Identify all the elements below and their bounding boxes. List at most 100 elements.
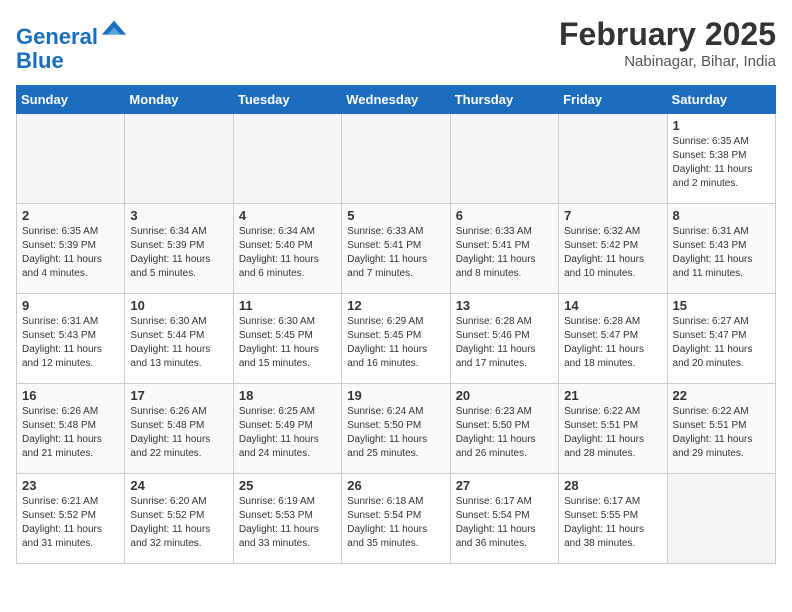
day-info: Sunrise: 6:30 AM Sunset: 5:44 PM Dayligh… <box>130 315 227 371</box>
day-number: 11 <box>239 298 336 313</box>
calendar-cell: 19 Sunrise: 6:24 AM Sunset: 5:50 PM Dayli… <box>342 384 450 474</box>
day-info: Sunrise: 6:34 AM Sunset: 5:40 PM Dayligh… <box>239 225 336 281</box>
calendar-header-row: SundayMondayTuesdayWednesdayThursdayFrid… <box>17 86 776 114</box>
day-info: Sunrise: 6:35 AM Sunset: 5:38 PM Dayligh… <box>673 135 770 191</box>
day-info: Sunrise: 6:31 AM Sunset: 5:43 PM Dayligh… <box>22 315 119 371</box>
calendar-cell: 7 Sunrise: 6:32 AM Sunset: 5:42 PM Daylig… <box>559 204 667 294</box>
day-number: 2 <box>22 208 119 223</box>
day-info: Sunrise: 6:33 AM Sunset: 5:41 PM Dayligh… <box>347 225 444 281</box>
calendar-header-thursday: Thursday <box>450 86 558 114</box>
calendar-cell <box>17 114 125 204</box>
calendar-cell: 21Sunrise: 6:22 AM Sunset: 5:51 PM Dayli… <box>559 384 667 474</box>
day-number: 20 <box>456 388 553 403</box>
calendar-cell: 26Sunrise: 6:18 AM Sunset: 5:54 PM Dayli… <box>342 474 450 564</box>
day-info: Sunrise: 6:32 AM Sunset: 5:42 PM Dayligh… <box>564 225 661 281</box>
calendar-cell <box>125 114 233 204</box>
day-info: Sunrise: 6:34 AM Sunset: 5:39 PM Dayligh… <box>130 225 227 281</box>
logo-text: General <box>16 16 128 49</box>
calendar-cell: 16 Sunrise: 6:26 AM Sunset: 5:48 PM Dayli… <box>17 384 125 474</box>
day-info: Sunrise: 6:29 AM Sunset: 5:45 PM Dayligh… <box>347 315 444 371</box>
day-number: 15 <box>673 298 770 313</box>
calendar-header-wednesday: Wednesday <box>342 86 450 114</box>
day-info: Sunrise: 6:33 AM Sunset: 5:41 PM Dayligh… <box>456 225 553 281</box>
day-number: 4 <box>239 208 336 223</box>
calendar-cell <box>559 114 667 204</box>
week-row-2: 2 Sunrise: 6:35 AM Sunset: 5:39 PM Daylig… <box>17 204 776 294</box>
calendar-cell: 22Sunrise: 6:22 AM Sunset: 5:51 PM Dayli… <box>667 384 775 474</box>
day-number: 5 <box>347 208 444 223</box>
day-number: 28 <box>564 478 661 493</box>
title-block: February 2025 Nabinagar, Bihar, India <box>559 16 776 70</box>
calendar-cell: 4 Sunrise: 6:34 AM Sunset: 5:40 PM Daylig… <box>233 204 341 294</box>
location: Nabinagar, Bihar, India <box>559 53 776 70</box>
week-row-3: 9 Sunrise: 6:31 AM Sunset: 5:43 PM Daylig… <box>17 294 776 384</box>
calendar-header-friday: Friday <box>559 86 667 114</box>
calendar-body: 1 Sunrise: 6:35 AM Sunset: 5:38 PM Daylig… <box>17 114 776 564</box>
day-number: 3 <box>130 208 227 223</box>
day-info: Sunrise: 6:35 AM Sunset: 5:39 PM Dayligh… <box>22 225 119 281</box>
day-number: 13 <box>456 298 553 313</box>
page-header: General Blue February 2025 Nabinagar, Bi… <box>16 16 776 73</box>
calendar-cell: 28 Sunrise: 6:17 AM Sunset: 5:55 PM Dayli… <box>559 474 667 564</box>
calendar-header-monday: Monday <box>125 86 233 114</box>
day-number: 17 <box>130 388 227 403</box>
calendar-cell: 17 Sunrise: 6:26 AM Sunset: 5:48 PM Dayli… <box>125 384 233 474</box>
day-number: 18 <box>239 388 336 403</box>
day-info: Sunrise: 6:25 AM Sunset: 5:49 PM Dayligh… <box>239 405 336 461</box>
logo-blue: Blue <box>16 49 128 73</box>
day-info: Sunrise: 6:27 AM Sunset: 5:47 PM Dayligh… <box>673 315 770 371</box>
calendar-cell: 6 Sunrise: 6:33 AM Sunset: 5:41 PM Daylig… <box>450 204 558 294</box>
day-info: Sunrise: 6:26 AM Sunset: 5:48 PM Dayligh… <box>22 405 119 461</box>
day-number: 7 <box>564 208 661 223</box>
day-info: Sunrise: 6:23 AM Sunset: 5:50 PM Dayligh… <box>456 405 553 461</box>
calendar-cell: 20 Sunrise: 6:23 AM Sunset: 5:50 PM Dayli… <box>450 384 558 474</box>
day-info: Sunrise: 6:28 AM Sunset: 5:47 PM Dayligh… <box>564 315 661 371</box>
logo-general: General <box>16 24 98 49</box>
calendar: SundayMondayTuesdayWednesdayThursdayFrid… <box>16 85 776 564</box>
calendar-cell: 12 Sunrise: 6:29 AM Sunset: 5:45 PM Dayli… <box>342 294 450 384</box>
calendar-header-sunday: Sunday <box>17 86 125 114</box>
day-info: Sunrise: 6:17 AM Sunset: 5:54 PM Dayligh… <box>456 495 553 551</box>
calendar-header-tuesday: Tuesday <box>233 86 341 114</box>
calendar-cell: 13 Sunrise: 6:28 AM Sunset: 5:46 PM Dayli… <box>450 294 558 384</box>
day-number: 8 <box>673 208 770 223</box>
day-number: 10 <box>130 298 227 313</box>
day-info: Sunrise: 6:28 AM Sunset: 5:46 PM Dayligh… <box>456 315 553 371</box>
day-number: 26 <box>347 478 444 493</box>
day-number: 16 <box>22 388 119 403</box>
day-info: Sunrise: 6:30 AM Sunset: 5:45 PM Dayligh… <box>239 315 336 371</box>
calendar-cell <box>342 114 450 204</box>
day-number: 9 <box>22 298 119 313</box>
calendar-cell <box>450 114 558 204</box>
calendar-cell <box>233 114 341 204</box>
day-info: Sunrise: 6:24 AM Sunset: 5:50 PM Dayligh… <box>347 405 444 461</box>
calendar-header-saturday: Saturday <box>667 86 775 114</box>
day-info: Sunrise: 6:19 AM Sunset: 5:53 PM Dayligh… <box>239 495 336 551</box>
calendar-cell: 23Sunrise: 6:21 AM Sunset: 5:52 PM Dayli… <box>17 474 125 564</box>
calendar-cell: 9 Sunrise: 6:31 AM Sunset: 5:43 PM Daylig… <box>17 294 125 384</box>
day-number: 24 <box>130 478 227 493</box>
calendar-cell <box>667 474 775 564</box>
day-number: 19 <box>347 388 444 403</box>
day-number: 6 <box>456 208 553 223</box>
calendar-cell: 3 Sunrise: 6:34 AM Sunset: 5:39 PM Daylig… <box>125 204 233 294</box>
calendar-cell: 27 Sunrise: 6:17 AM Sunset: 5:54 PM Dayli… <box>450 474 558 564</box>
calendar-cell: 2 Sunrise: 6:35 AM Sunset: 5:39 PM Daylig… <box>17 204 125 294</box>
calendar-cell: 18 Sunrise: 6:25 AM Sunset: 5:49 PM Dayli… <box>233 384 341 474</box>
day-number: 23 <box>22 478 119 493</box>
day-info: Sunrise: 6:20 AM Sunset: 5:52 PM Dayligh… <box>130 495 227 551</box>
day-number: 1 <box>673 118 770 133</box>
calendar-cell: 11 Sunrise: 6:30 AM Sunset: 5:45 PM Dayli… <box>233 294 341 384</box>
calendar-cell: 10 Sunrise: 6:30 AM Sunset: 5:44 PM Dayli… <box>125 294 233 384</box>
week-row-1: 1 Sunrise: 6:35 AM Sunset: 5:38 PM Daylig… <box>17 114 776 204</box>
day-info: Sunrise: 6:22 AM Sunset: 5:51 PM Dayligh… <box>673 405 770 461</box>
day-info: Sunrise: 6:17 AM Sunset: 5:55 PM Dayligh… <box>564 495 661 551</box>
week-row-5: 23Sunrise: 6:21 AM Sunset: 5:52 PM Dayli… <box>17 474 776 564</box>
calendar-cell: 1 Sunrise: 6:35 AM Sunset: 5:38 PM Daylig… <box>667 114 775 204</box>
calendar-cell: 25Sunrise: 6:19 AM Sunset: 5:53 PM Dayli… <box>233 474 341 564</box>
day-info: Sunrise: 6:31 AM Sunset: 5:43 PM Dayligh… <box>673 225 770 281</box>
day-number: 14 <box>564 298 661 313</box>
day-info: Sunrise: 6:26 AM Sunset: 5:48 PM Dayligh… <box>130 405 227 461</box>
day-number: 27 <box>456 478 553 493</box>
day-number: 12 <box>347 298 444 313</box>
